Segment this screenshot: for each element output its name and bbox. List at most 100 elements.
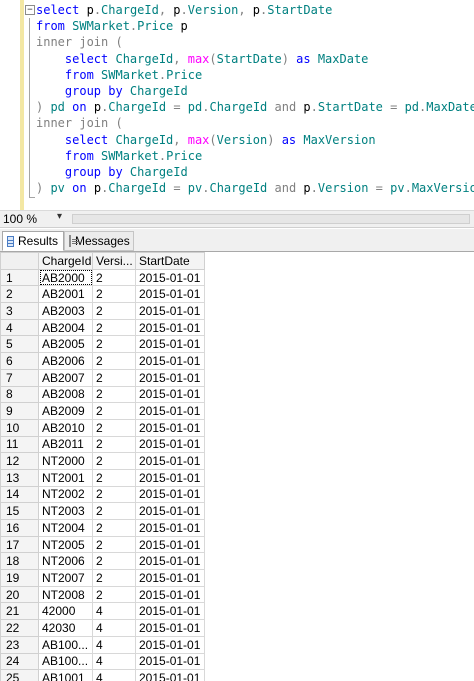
- grid-cell[interactable]: 2: [92, 552, 136, 571]
- grid-cell[interactable]: 2: [92, 285, 136, 304]
- row-number[interactable]: 19: [0, 569, 39, 587]
- table-row[interactable]: 21 42000 4 2015-01-01: [0, 602, 205, 621]
- table-row[interactable]: 20 NT2008 2 2015-01-01: [0, 585, 205, 604]
- row-number[interactable]: 22: [0, 619, 39, 637]
- table-row[interactable]: 10 AB2010 2 2015-01-01: [0, 418, 205, 437]
- grid-cell[interactable]: 2: [92, 485, 136, 504]
- column-header[interactable]: ChargeId: [38, 252, 93, 270]
- grid-cell[interactable]: 42000: [38, 602, 93, 621]
- grid-cell[interactable]: 2015-01-01: [135, 468, 205, 487]
- grid-cell[interactable]: NT2008: [38, 585, 93, 604]
- grid-cell[interactable]: 4: [92, 602, 136, 621]
- row-number[interactable]: 25: [0, 669, 39, 681]
- table-row[interactable]: 9 AB2009 2 2015-01-01: [0, 402, 205, 420]
- table-row[interactable]: 8 AB2008 2 2015-01-01: [0, 385, 205, 404]
- grid-cell[interactable]: NT2007: [38, 569, 93, 587]
- sql-editor[interactable]: − select p.ChargeId, p.Version, p.StartD…: [0, 0, 474, 210]
- column-header[interactable]: StartDate: [135, 252, 205, 270]
- row-number[interactable]: 9: [0, 402, 39, 420]
- zoom-level[interactable]: 100 %: [3, 212, 37, 226]
- sql-code[interactable]: select p.ChargeId, p.Version, p.StartDat…: [36, 2, 474, 196]
- grid-cell[interactable]: AB100...: [38, 652, 93, 671]
- grid-cell[interactable]: NT2002: [38, 485, 93, 504]
- table-row[interactable]: 15 NT2003 2 2015-01-01: [0, 502, 205, 520]
- row-number[interactable]: 14: [0, 485, 39, 504]
- grid-cell[interactable]: 2: [92, 569, 136, 587]
- row-number[interactable]: 12: [0, 452, 39, 470]
- results-grid[interactable]: ChargeId Versi... StartDate 1 AB2000 2 2015-0…: [0, 252, 474, 681]
- grid-cell[interactable]: 2: [92, 452, 136, 470]
- table-row[interactable]: 7 AB2007 2 2015-01-01: [0, 368, 205, 387]
- table-row[interactable]: 1 AB2000 2 2015-01-01: [0, 268, 205, 287]
- grid-cell[interactable]: 2015-01-01: [135, 635, 205, 654]
- code-line[interactable]: from SWMarket.Price: [36, 67, 474, 83]
- row-number[interactable]: 15: [0, 502, 39, 520]
- row-number[interactable]: 6: [0, 352, 39, 370]
- grid-cell[interactable]: AB2005: [38, 335, 93, 354]
- table-row[interactable]: 22 42030 4 2015-01-01: [0, 619, 205, 637]
- grid-cell[interactable]: 2: [92, 352, 136, 370]
- grid-corner-cell[interactable]: [0, 252, 39, 270]
- table-row[interactable]: 24 AB100... 4 2015-01-01: [0, 652, 205, 671]
- grid-cell[interactable]: NT2005: [38, 535, 93, 554]
- grid-cell[interactable]: 2015-01-01: [135, 652, 205, 671]
- table-row[interactable]: 14 NT2002 2 2015-01-01: [0, 485, 205, 504]
- row-number[interactable]: 21: [0, 602, 39, 621]
- grid-cell[interactable]: 4: [92, 619, 136, 637]
- grid-cell[interactable]: AB2004: [38, 318, 93, 337]
- code-line[interactable]: inner join (: [36, 115, 474, 131]
- code-line[interactable]: select ChargeId, max(Version) as MaxVers…: [36, 132, 474, 148]
- row-number[interactable]: 17: [0, 535, 39, 554]
- table-row[interactable]: 17 NT2005 2 2015-01-01: [0, 535, 205, 554]
- grid-cell[interactable]: AB2000: [38, 268, 93, 287]
- table-row[interactable]: 3 AB2003 2 2015-01-01: [0, 302, 205, 320]
- table-row[interactable]: 25 AB1001 4 2015-01-01: [0, 669, 205, 681]
- grid-cell[interactable]: 2015-01-01: [135, 502, 205, 520]
- grid-cell[interactable]: NT2004: [38, 519, 93, 537]
- row-number[interactable]: 13: [0, 468, 39, 487]
- grid-cell[interactable]: 2015-01-01: [135, 318, 205, 337]
- grid-cell[interactable]: 2015-01-01: [135, 302, 205, 320]
- grid-cell[interactable]: 2015-01-01: [135, 569, 205, 587]
- grid-cell[interactable]: AB2001: [38, 285, 93, 304]
- table-row[interactable]: 18 NT2006 2 2015-01-01: [0, 552, 205, 571]
- grid-cell[interactable]: 2015-01-01: [135, 268, 205, 287]
- table-row[interactable]: 13 NT2001 2 2015-01-01: [0, 468, 205, 487]
- table-row[interactable]: 6 AB2006 2 2015-01-01: [0, 352, 205, 370]
- grid-cell[interactable]: AB2003: [38, 302, 93, 320]
- table-row[interactable]: 23 AB100... 4 2015-01-01: [0, 635, 205, 654]
- grid-cell[interactable]: 2: [92, 402, 136, 420]
- grid-cell[interactable]: 2: [92, 368, 136, 387]
- row-number[interactable]: 8: [0, 385, 39, 404]
- row-number[interactable]: 4: [0, 318, 39, 337]
- code-line[interactable]: select p.ChargeId, p.Version, p.StartDat…: [36, 2, 474, 18]
- grid-cell[interactable]: 2: [92, 418, 136, 437]
- grid-cell[interactable]: 2015-01-01: [135, 519, 205, 537]
- row-number[interactable]: 23: [0, 635, 39, 654]
- code-line[interactable]: group by ChargeId: [36, 83, 474, 99]
- grid-cell[interactable]: AB100...: [38, 635, 93, 654]
- row-number[interactable]: 7: [0, 368, 39, 387]
- grid-cell[interactable]: 4: [92, 652, 136, 671]
- grid-cell[interactable]: 2: [92, 502, 136, 520]
- grid-cell[interactable]: AB2007: [38, 368, 93, 387]
- grid-cell[interactable]: 2: [92, 519, 136, 537]
- grid-cell[interactable]: 2: [92, 535, 136, 554]
- tab-results[interactable]: Results: [2, 231, 64, 251]
- grid-cell[interactable]: 2015-01-01: [135, 285, 205, 304]
- code-line[interactable]: ) pv on p.ChargeId = pv.ChargeId and p.V…: [36, 180, 474, 196]
- table-row[interactable]: 11 AB2011 2 2015-01-01: [0, 435, 205, 454]
- row-number[interactable]: 1: [0, 268, 39, 287]
- code-line[interactable]: from SWMarket.Price: [36, 148, 474, 164]
- grid-cell[interactable]: 2: [92, 385, 136, 404]
- row-number[interactable]: 20: [0, 585, 39, 604]
- grid-cell[interactable]: NT2006: [38, 552, 93, 571]
- code-line[interactable]: from SWMarket.Price p: [36, 18, 474, 34]
- row-number[interactable]: 3: [0, 302, 39, 320]
- grid-cell[interactable]: 2: [92, 468, 136, 487]
- code-line[interactable]: inner join (: [36, 34, 474, 50]
- table-row[interactable]: 19 NT2007 2 2015-01-01: [0, 569, 205, 587]
- grid-cell[interactable]: 2015-01-01: [135, 335, 205, 354]
- grid-cell[interactable]: 2015-01-01: [135, 485, 205, 504]
- row-number[interactable]: 5: [0, 335, 39, 354]
